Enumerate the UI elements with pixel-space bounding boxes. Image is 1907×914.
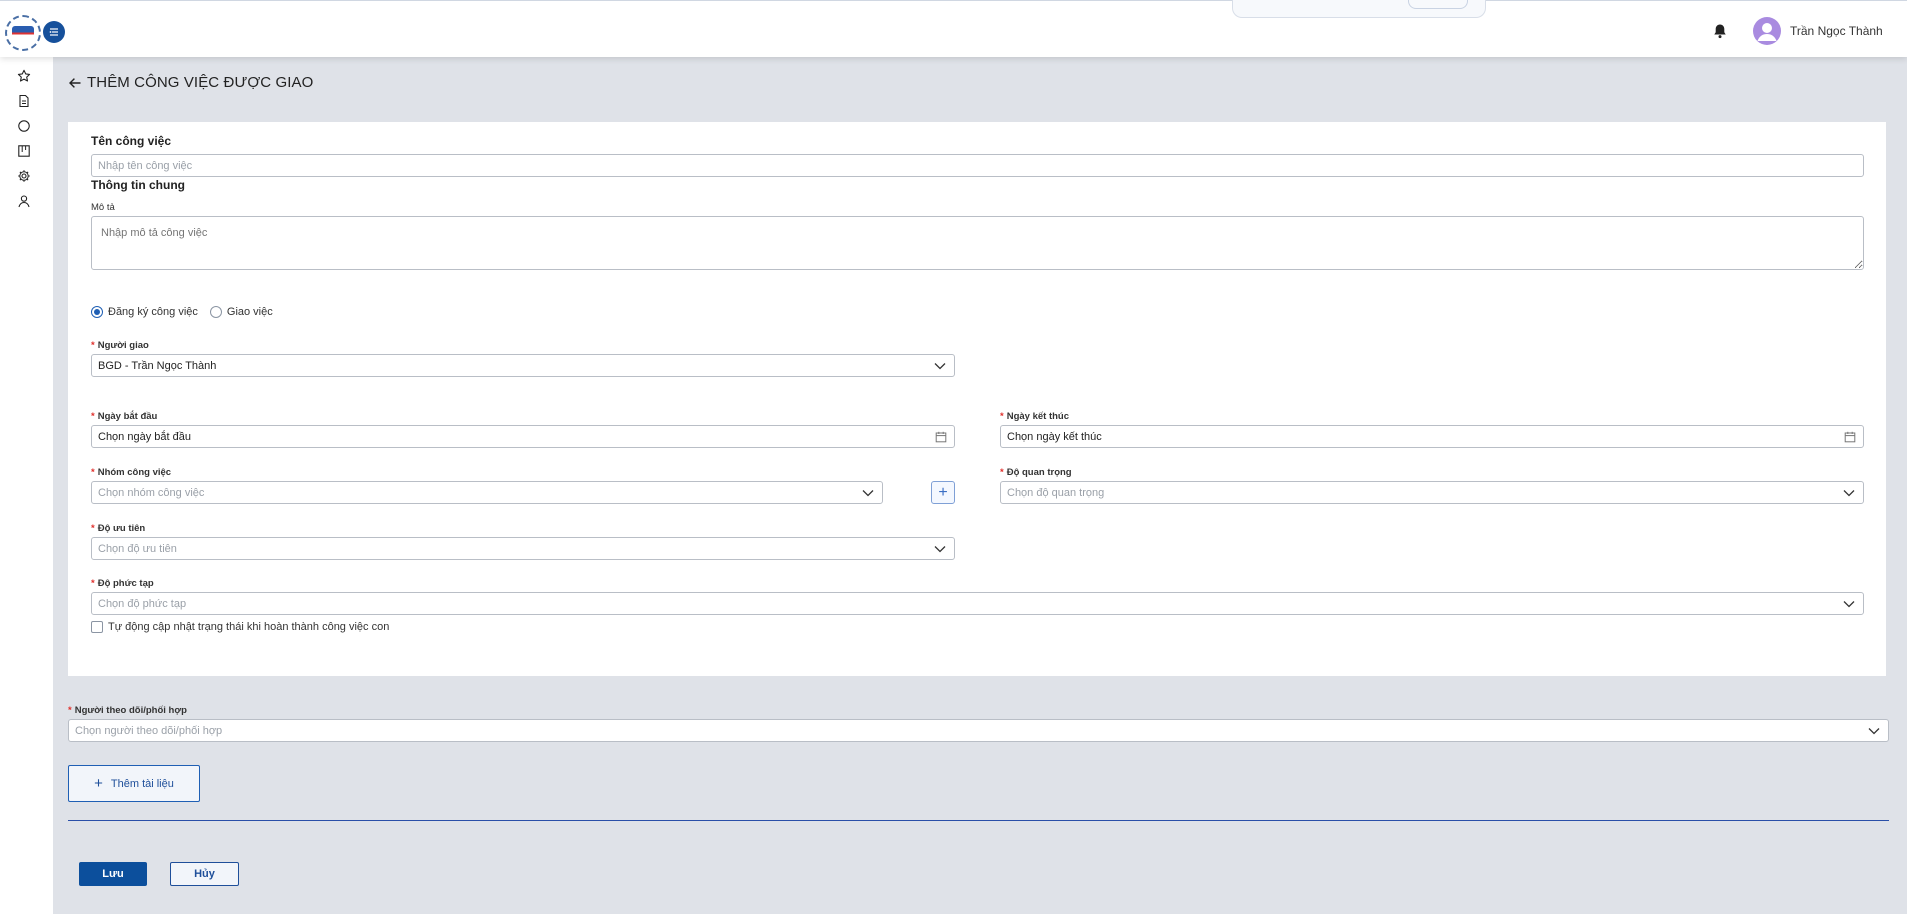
general-info-label: Thông tin chung	[91, 178, 185, 192]
start-date-label: * Ngày bắt đầu	[91, 411, 157, 422]
task-name-input[interactable]: Nhập tên công việc	[91, 154, 1864, 177]
page-title: THÊM CÔNG VIỆC ĐƯỢC GIAO	[68, 74, 313, 91]
complexity-label: * Độ phức tạp	[91, 578, 154, 589]
avatar[interactable]	[1753, 17, 1781, 45]
calendar-icon[interactable]	[1844, 431, 1856, 443]
save-button[interactable]: Lưu	[79, 862, 147, 886]
radio-register-task[interactable]	[91, 306, 103, 318]
priority-label: * Độ ưu tiên	[91, 523, 145, 534]
user-icon[interactable]	[17, 194, 31, 208]
chevron-down-icon	[934, 546, 946, 553]
avatar-icon	[1757, 23, 1777, 41]
end-date-picker[interactable]: Chọn ngày kết thúc	[1000, 425, 1864, 448]
start-date-picker[interactable]: Chọn ngày bắt đầu	[91, 425, 955, 448]
complexity-select[interactable]: Chọn độ phức tạp	[91, 592, 1864, 615]
end-date-value: Chọn ngày kết thúc	[1007, 430, 1102, 443]
calendar-icon[interactable]	[935, 431, 947, 443]
followers-label: * Người theo dõi/phối hợp	[68, 705, 187, 716]
auto-update-label[interactable]: Tự động cập nhật trạng thái khi hoàn thà…	[108, 621, 389, 633]
priority-label-text: Độ ưu tiên	[97, 523, 146, 534]
followers-label-text: Người theo dõi/phối hợp	[74, 705, 187, 716]
importance-label-text: Độ quan trọng	[1006, 467, 1072, 478]
importance-label: * Độ quan trọng	[1000, 467, 1072, 478]
gear-icon[interactable]	[17, 169, 31, 183]
divider	[68, 820, 1889, 821]
side-rail	[0, 57, 53, 914]
bell-icon[interactable]	[1712, 23, 1728, 39]
assigner-select[interactable]: BGD - Trần Ngọc Thành	[91, 354, 955, 377]
complexity-label-text: Độ phức tạp	[97, 578, 154, 589]
description-label: Mô tả	[91, 202, 115, 213]
user-name[interactable]: Trần Ngọc Thành	[1790, 24, 1883, 38]
logo-mark	[12, 26, 34, 40]
notification-popup	[1232, 0, 1486, 18]
assigner-label: * Người giao	[91, 340, 149, 351]
star-icon[interactable]	[17, 69, 31, 83]
required-marker: *	[1000, 411, 1004, 422]
followers-placeholder: Chọn người theo dõi/phối hợp	[75, 724, 223, 737]
required-marker: *	[91, 467, 95, 478]
required-marker: *	[91, 340, 95, 351]
chevron-down-icon	[934, 363, 946, 370]
popup-pill	[1408, 0, 1468, 9]
logo[interactable]	[5, 15, 41, 51]
end-date-label: * Ngày kết thúc	[1000, 411, 1069, 422]
auto-update-checkbox[interactable]	[91, 621, 103, 633]
task-form-card: Tên công việc Nhập tên công việc Thông t…	[68, 122, 1886, 676]
assigner-label-text: Người giao	[97, 340, 149, 351]
task-group-label: * Nhóm công việc	[91, 467, 171, 478]
document-icon[interactable]	[17, 94, 31, 108]
complexity-placeholder: Chọn độ phức tạp	[98, 597, 187, 610]
required-marker: *	[1000, 467, 1004, 478]
chevron-down-icon	[1868, 728, 1880, 735]
followers-select[interactable]: Chọn người theo dõi/phối hợp	[68, 719, 1889, 742]
importance-select[interactable]: Chọn độ quan trọng	[1000, 481, 1864, 504]
task-name-placeholder: Nhập tên công việc	[98, 159, 193, 172]
cancel-button[interactable]: Hủy	[170, 862, 239, 886]
add-task-group-button[interactable]: +	[931, 481, 955, 504]
chevron-down-icon	[1843, 490, 1855, 497]
task-name-label: Tên công việc	[91, 134, 172, 148]
priority-select[interactable]: Chọn độ ưu tiên	[91, 537, 955, 560]
end-date-label-text: Ngày kết thúc	[1006, 411, 1069, 422]
add-document-label: Thêm tài liệu	[110, 777, 174, 790]
start-date-value: Chọn ngày bắt đầu	[98, 430, 191, 443]
priority-placeholder: Chọn độ ưu tiên	[98, 542, 177, 555]
chevron-down-icon	[1843, 601, 1855, 608]
required-marker: *	[91, 578, 95, 589]
chevron-down-icon	[862, 490, 874, 497]
start-date-label-text: Ngày bắt đầu	[97, 411, 158, 422]
required-marker: *	[68, 705, 72, 716]
top-bar: Trần Ngọc Thành	[0, 0, 1907, 57]
mode-radio-group: Đăng ký công việc Giao việc	[91, 306, 285, 318]
required-marker: *	[91, 411, 95, 422]
assigner-value: BGD - Trần Ngọc Thành	[98, 359, 217, 372]
page-title-text: THÊM CÔNG VIỆC ĐƯỢC GIAO	[87, 74, 314, 91]
task-group-select[interactable]: Chọn nhóm công việc	[91, 481, 883, 504]
task-group-label-text: Nhóm công việc	[97, 467, 172, 478]
radio-assign-label[interactable]: Giao việc	[227, 306, 273, 318]
board-icon[interactable]	[17, 144, 31, 158]
task-group-placeholder: Chọn nhóm công việc	[98, 486, 205, 499]
radio-register-label[interactable]: Đăng ký công việc	[108, 306, 198, 318]
menu-toggle-icon[interactable]	[43, 21, 65, 43]
main-content: THÊM CÔNG VIỆC ĐƯỢC GIAO Tên công việc N…	[53, 57, 1907, 914]
arrow-left-icon[interactable]	[68, 76, 82, 90]
radio-assign-task[interactable]	[209, 306, 222, 318]
plus-icon: +	[94, 775, 103, 792]
add-document-button[interactable]: + Thêm tài liệu	[68, 765, 200, 802]
required-marker: *	[91, 523, 95, 534]
circle-icon[interactable]	[17, 119, 31, 133]
description-textarea[interactable]	[91, 216, 1864, 270]
importance-placeholder: Chọn độ quan trọng	[1007, 486, 1105, 499]
plus-icon: +	[938, 483, 948, 501]
auto-update-row: Tự động cập nhật trạng thái khi hoàn thà…	[91, 621, 389, 633]
